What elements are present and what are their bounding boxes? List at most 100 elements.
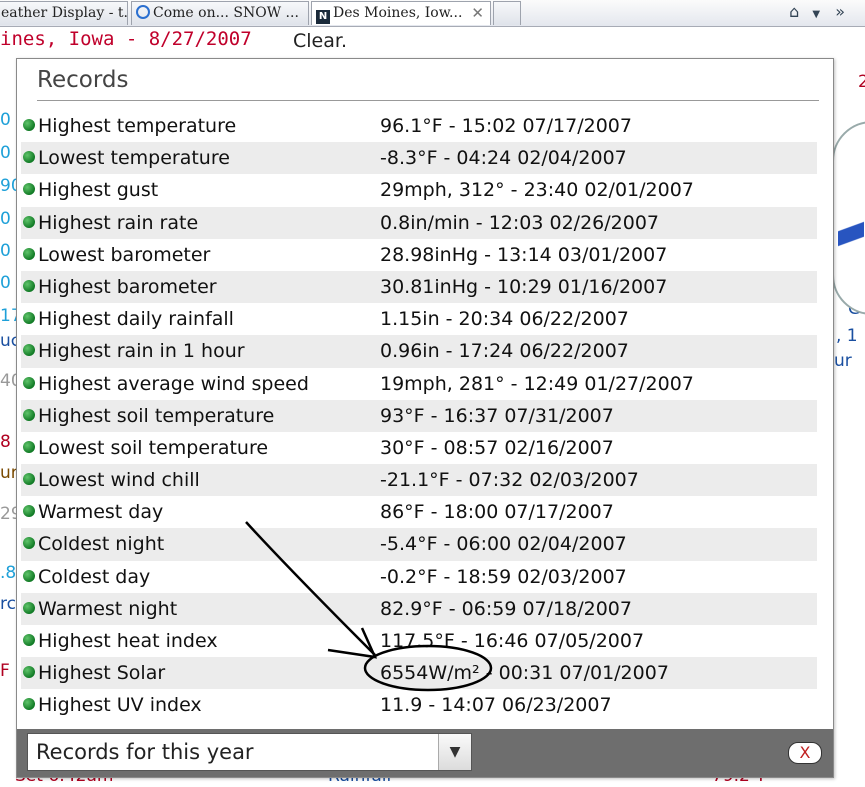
status-dot-icon [23,247,35,260]
record-row: Coldest day -0.2°F - 18:59 02/03/2007 [21,561,817,593]
record-value: 30°F - 08:57 02/16/2007 [380,436,614,459]
record-value: 86°F - 18:00 07/17/2007 [380,501,614,524]
record-label: Coldest night [38,533,165,556]
record-label: Highest UV index [38,694,202,717]
tab-title: Come on... SNOW ... [153,5,299,21]
record-label: Coldest day [38,565,151,588]
record-row: Highest rain in 1 hour 0.96in - 17:24 06/… [21,335,817,368]
record-label: Lowest barometer [38,243,211,266]
status-dot-icon [23,440,35,453]
record-label: Lowest temperature [38,147,230,170]
record-row: Highest average wind speed 19mph, 281° - … [21,368,817,400]
record-row: Lowest wind chill -21.1°F - 07:32 02/03/2… [21,464,817,497]
record-label: Warmest night [38,597,178,620]
record-value: -21.1°F - 07:32 02/03/2007 [380,469,639,492]
new-tab-button[interactable] [493,1,521,25]
browser-tab-come-on-snow[interactable]: Come on... SNOW ... [131,1,309,25]
record-label: Highest Solar [38,662,166,685]
record-row: Lowest barometer 28.98inHg - 13:14 03/01/… [21,239,817,271]
status-dot-icon [23,698,35,711]
status-dot-icon [23,537,35,550]
record-label: Lowest wind chill [38,469,200,492]
record-value: 19mph, 281° - 12:49 01/27/2007 [380,372,694,395]
records-title: Records [37,67,129,93]
record-value: 93°F - 16:37 07/31/2007 [380,404,614,427]
records-dialog: Records Highest temperature 96.1°F - 15:0… [16,58,834,778]
chevron-down-icon[interactable]: ▼ [812,9,820,20]
records-table: Highest temperature 96.1°F - 15:02 07/17/… [21,110,817,722]
record-row: Lowest soil temperature 30°F - 08:57 02/1… [21,432,817,464]
record-value: 0.96in - 17:24 06/22/2007 [380,340,629,363]
browser-toolbar-icons: ⌂ ▼ » [789,2,845,21]
records-period-value: Records for this year [36,740,254,764]
record-label: Highest rain in 1 hour [38,340,245,363]
record-value: 82.9°F - 06:59 07/18/2007 [380,597,632,620]
record-value: 117.5°F - 16:46 07/05/2007 [380,630,645,652]
status-dot-icon [23,601,35,614]
tab-title: Des Moines, Iow... [333,5,463,21]
close-tab-icon[interactable]: ✕ [471,4,484,22]
record-value: -5.4°F - 06:00 02/04/2007 [380,533,627,556]
status-dot-icon [23,634,35,646]
edge-fragment: 0 [0,110,11,130]
record-value: 30.81inHg - 10:29 01/16/2007 [380,275,668,298]
record-value: 6554W/m² - 00:31 07/01/2007 [380,662,669,685]
edge-fragment: rc [0,594,16,614]
record-row: Highest barometer 30.81inHg - 10:29 01/16… [21,270,817,304]
record-row: Highest soil temperature 93°F - 16:37 07/… [21,399,817,432]
record-value: 29mph, 312° - 23:40 02/01/2007 [380,179,694,202]
status-dot-icon [23,408,35,421]
browser-tab-des-moines[interactable]: N Des Moines, Iow... ✕ [311,1,491,25]
record-row: Highest rain rate 0.8in/min - 12:03 02/26… [21,206,817,239]
status-dot-icon [23,279,35,292]
edge-fragment: , 1 [836,326,858,346]
record-label: Warmest day [38,501,164,524]
record-value: 96.1°F - 15:02 07/17/2007 [380,115,632,137]
edge-fragment: 0 [0,241,11,261]
site-favicon-icon: N [316,10,330,24]
ie-page-icon [136,5,150,19]
tab-title: eather Display - t... [1,5,128,21]
record-row: Highest daily rainfall 1.15in - 20:34 06/… [21,303,817,335]
record-label: Highest daily rainfall [38,308,234,331]
record-row: Highest heat index 117.5°F - 16:46 07/05/… [21,625,817,657]
record-label: Highest average wind speed [38,372,309,395]
records-period-select[interactable]: Records for this year ▼ [27,733,472,771]
record-label: Highest barometer [38,275,217,298]
record-row: Highest gust 29mph, 312° - 23:40 02/01/20… [21,174,817,206]
status-dot-icon [23,569,35,582]
record-row: Coldest night -5.4°F - 06:00 02/04/2007 [21,528,817,561]
record-value: 11.9 - 14:07 06/23/2007 [380,694,612,717]
edge-fragment: 0 [0,209,11,229]
edge-fragment: ur [834,351,852,371]
record-row: Warmest day 86°F - 18:00 07/17/2007 [21,496,817,528]
record-row: Highest temperature 96.1°F - 15:02 07/17/… [21,110,817,142]
status-dot-icon [23,666,35,679]
edge-fragment: 0 [0,273,11,293]
status-dot-icon [23,505,35,518]
status-dot-icon [23,312,35,325]
edge-fragment: 0 [0,143,11,163]
record-row: Highest UV index 11.9 - 14:07 06/23/2007 [21,689,817,721]
record-value: -8.3°F - 04:24 02/04/2007 [380,147,627,170]
wind-gauge-needle [838,186,864,276]
edge-fragment: 2 [858,72,865,92]
records-footer: Records for this year ▼ X [17,729,833,777]
record-value: 1.15in - 20:34 06/22/2007 [380,308,629,331]
menu-chevron-icon[interactable]: » [835,2,845,21]
record-value: -0.2°F - 18:59 02/03/2007 [380,565,627,588]
close-button[interactable]: X [788,742,822,764]
record-value: 0.8in/min - 12:03 02/26/2007 [380,211,660,234]
home-icon[interactable]: ⌂ [789,2,799,21]
browser-tab-strip: eather Display - t... Come on... SNOW ..… [0,0,865,27]
dropdown-arrow-icon[interactable]: ▼ [438,734,471,770]
status-dot-icon [23,376,35,389]
browser-tab-weather-display[interactable]: eather Display - t... [0,1,128,25]
record-row: Warmest night 82.9°F - 06:59 07/18/2007 [21,592,817,625]
title-divider [37,100,819,101]
record-label: Highest soil temperature [38,404,275,427]
record-label: Highest rain rate [38,211,199,234]
edge-fragment: .8 [0,563,17,583]
status-dot-icon [23,473,35,486]
record-label: Highest temperature [38,115,237,137]
